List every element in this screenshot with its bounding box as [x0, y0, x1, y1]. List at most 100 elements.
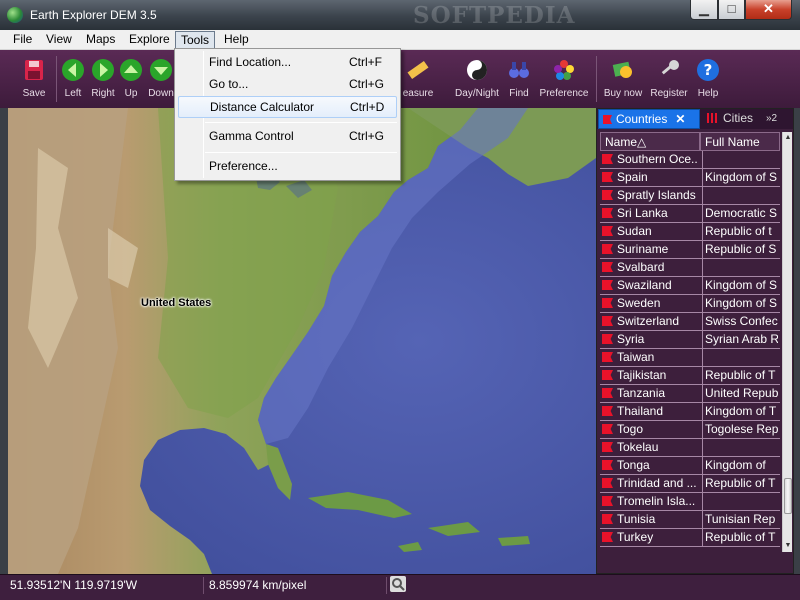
table-row[interactable]: Southern Oce... — [600, 151, 780, 169]
tab-countries[interactable]: Countries ✕ — [598, 109, 700, 129]
status-coordinates: 51.93512'N 119.9719'W — [8, 577, 204, 594]
flag-icon — [602, 280, 613, 290]
table-row[interactable]: Spratly Islands — [600, 187, 780, 205]
menu-view[interactable]: View — [41, 31, 77, 49]
pan-up-button[interactable]: Up — [119, 50, 143, 108]
table-row[interactable]: Thailand Kingdom of T — [600, 403, 780, 421]
country-full-name: Kingdom of — [702, 457, 778, 474]
menu-item-gamma-control[interactable]: Gamma Control Ctrl+G — [178, 126, 397, 148]
buy-now-button[interactable]: Buy now — [600, 50, 646, 108]
table-row[interactable]: Sweden Kingdom of S — [600, 295, 780, 313]
country-name: Taiwan — [617, 350, 655, 364]
register-button[interactable]: Register — [646, 50, 692, 108]
table-row[interactable]: Spain Kingdom of S — [600, 169, 780, 187]
right-label: Right — [91, 88, 115, 99]
country-full-name — [702, 187, 778, 204]
color-palette-icon — [554, 60, 574, 80]
menu-help[interactable]: Help — [219, 31, 254, 49]
window-title: Earth Explorer DEM 3.5 — [30, 8, 157, 22]
measure-label: easure — [402, 88, 434, 99]
table-row[interactable]: Taiwan — [600, 349, 780, 367]
flag-icon — [602, 496, 613, 506]
menu-tools[interactable]: Tools — [175, 31, 216, 49]
tab-overflow[interactable]: »2 — [764, 109, 784, 129]
menu-item-go-to[interactable]: Go to... Ctrl+G — [178, 74, 397, 96]
svg-text:?: ? — [704, 61, 713, 79]
table-row[interactable]: Tokelau — [600, 439, 780, 457]
column-header-name-label: Name — [605, 135, 638, 149]
menu-item-label: Distance Calculator — [210, 100, 315, 114]
table-row[interactable]: Tromelin Isla... — [600, 493, 780, 511]
help-label: Help — [697, 88, 719, 99]
table-row[interactable]: Suriname Republic of S — [600, 241, 780, 259]
menu-item-preference[interactable]: Preference... — [178, 156, 397, 178]
scroll-thumb[interactable] — [784, 478, 792, 514]
country-name: Switzerland — [617, 314, 680, 328]
column-header-name[interactable]: Name△ — [600, 132, 700, 151]
scroll-down-icon[interactable]: ▼ — [783, 540, 793, 552]
maximize-button[interactable]: □ — [718, 0, 745, 20]
country-name: Thailand — [617, 404, 664, 418]
flag-icon — [602, 460, 613, 470]
table-row[interactable]: Svalbard — [600, 259, 780, 277]
column-header-full-name[interactable]: Full Name — [700, 132, 780, 151]
tab-cities[interactable]: Cities — [703, 109, 762, 129]
pan-right-button[interactable]: Right — [88, 50, 118, 108]
country-full-name: Republic of T — [702, 367, 778, 384]
menu-file[interactable]: File — [8, 31, 37, 49]
table-row[interactable]: Togo Togolese Rep — [600, 421, 780, 439]
scroll-up-icon[interactable]: ▲ — [783, 132, 793, 144]
pan-left-button[interactable]: Left — [60, 50, 86, 108]
horizontal-scrollbar[interactable] — [600, 555, 780, 565]
tools-menu-dropdown: Find Location... Ctrl+F Go to... Ctrl+G … — [174, 48, 401, 181]
city-icon — [707, 113, 719, 123]
country-full-name — [702, 259, 778, 276]
vertical-scrollbar[interactable]: ▲ ▼ — [782, 132, 792, 552]
table-row[interactable]: Tonga Kingdom of — [600, 457, 780, 475]
map-label-united-states: United States — [141, 297, 212, 309]
menu-item-distance-calculator[interactable]: Distance Calculator Ctrl+D — [178, 96, 397, 118]
country-name: Tonga — [617, 458, 650, 472]
table-row[interactable]: Sudan Republic of t — [600, 223, 780, 241]
table-row[interactable]: Swaziland Kingdom of S — [600, 277, 780, 295]
day-night-label: Day/Night — [455, 88, 499, 99]
table-row[interactable]: Switzerland Swiss Confec — [600, 313, 780, 331]
flag-icon — [602, 514, 613, 524]
pan-down-button[interactable]: Down — [146, 50, 176, 108]
country-name: Tanzania — [617, 386, 666, 400]
title-bar: Earth Explorer DEM 3.5 SOFTPEDIA ▁ □ ✕ — [0, 0, 800, 30]
country-name-cell: Togo — [602, 421, 698, 438]
measure-button[interactable]: easure — [396, 50, 440, 108]
table-row[interactable]: Sri Lanka Democratic S — [600, 205, 780, 223]
menu-explore[interactable]: Explore — [124, 31, 175, 49]
preference-button[interactable]: Preference — [535, 50, 593, 108]
help-button[interactable]: ? Help — [694, 50, 722, 108]
save-button[interactable]: Save — [16, 50, 52, 108]
country-full-name — [702, 151, 778, 168]
country-full-name: Kingdom of T — [702, 403, 778, 420]
table-row[interactable]: Tanzania United Repub — [600, 385, 780, 403]
country-full-name: Kingdom of S — [702, 169, 778, 186]
country-name-cell: Southern Oce... — [602, 151, 698, 168]
day-night-button[interactable]: Day/Night — [450, 50, 504, 108]
country-name-cell: Svalbard — [602, 259, 698, 276]
menu-item-find-location[interactable]: Find Location... Ctrl+F — [178, 52, 397, 74]
table-row[interactable]: Turkey Republic of T — [600, 529, 780, 547]
countries-table: Name△ Full Name Southern Oce... Spain King… — [600, 132, 780, 552]
table-row[interactable]: Tajikistan Republic of T — [600, 367, 780, 385]
menu-item-label: Gamma Control — [209, 129, 294, 143]
magnifier-icon[interactable] — [390, 576, 406, 592]
find-label: Find — [509, 88, 529, 99]
menu-separator — [205, 152, 397, 153]
menu-maps[interactable]: Maps — [81, 31, 120, 49]
table-row[interactable]: Trinidad and ... Republic of T — [600, 475, 780, 493]
table-row[interactable]: Tunisia Tunisian Rep — [600, 511, 780, 529]
country-name-cell: Suriname — [602, 241, 698, 258]
menu-item-shortcut: Ctrl+D — [350, 100, 385, 114]
close-button[interactable]: ✕ — [745, 0, 792, 20]
table-row[interactable]: Syria Syrian Arab R — [600, 331, 780, 349]
minimize-button[interactable]: ▁ — [690, 0, 718, 20]
close-tab-icon[interactable]: ✕ — [675, 112, 685, 126]
find-button[interactable]: Find — [505, 50, 533, 108]
country-name-cell: Tokelau — [602, 439, 698, 456]
